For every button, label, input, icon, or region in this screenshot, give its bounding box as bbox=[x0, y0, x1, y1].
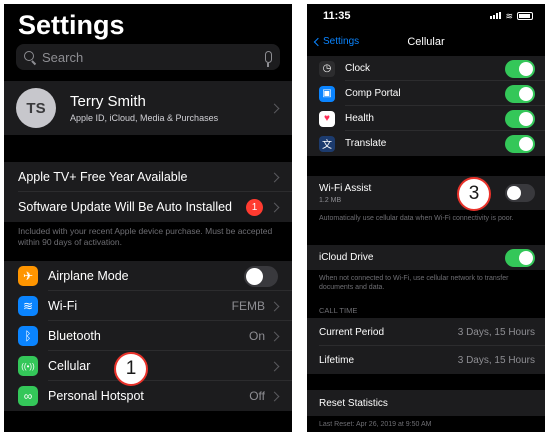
airplane-icon: ✈ bbox=[18, 266, 38, 286]
offer-label: Apple TV+ Free Year Available bbox=[18, 170, 188, 184]
translate-cellular-toggle[interactable] bbox=[505, 134, 535, 153]
wifi-assist-row: Wi-Fi Assist 1.2 MB bbox=[307, 176, 545, 210]
icloud-drive-note: When not connected to Wi-Fi, use cellula… bbox=[319, 275, 509, 291]
row-label: Wi-Fi bbox=[48, 299, 78, 313]
settings-screen: Settings Search TS Terry Smith Apple ID,… bbox=[4, 4, 292, 432]
call-time-header: CALL TIME bbox=[319, 306, 358, 315]
avatar: TS bbox=[16, 88, 56, 128]
status-bar: 11:35 ≋ bbox=[307, 4, 545, 26]
search-input[interactable]: Search bbox=[16, 44, 280, 70]
row-label: Bluetooth bbox=[48, 329, 101, 343]
signal-icon bbox=[490, 12, 501, 19]
row-value: FEMB bbox=[231, 299, 265, 313]
nav-bar: Settings Cellular bbox=[307, 32, 545, 54]
row-value: Off bbox=[249, 389, 265, 403]
row-label: Translate bbox=[345, 138, 387, 149]
reset-statistics-label: Reset Statistics bbox=[319, 397, 388, 409]
row-value: 3 Days, 15 Hours bbox=[457, 326, 535, 338]
settings-row-personal-hotspot[interactable]: ∞ Personal Hotspot Off bbox=[4, 381, 292, 411]
chevron-right-icon bbox=[269, 172, 280, 182]
row-label: Health bbox=[345, 113, 374, 124]
chevron-right-icon bbox=[269, 391, 280, 401]
last-reset-note: Last Reset: Apr 26, 2019 at 9:50 AM bbox=[319, 421, 432, 428]
status-time: 11:35 bbox=[323, 10, 351, 22]
chevron-right-icon bbox=[269, 331, 280, 341]
microphone-icon[interactable] bbox=[265, 51, 272, 67]
apple-id-profile[interactable]: TS Terry Smith Apple ID, iCloud, Media &… bbox=[4, 81, 292, 135]
offer-software-update[interactable]: Software Update Will Be Auto Installed 1 bbox=[4, 192, 292, 222]
search-icon bbox=[24, 51, 36, 63]
app-row-clock: ◷ Clock bbox=[307, 56, 545, 81]
chevron-right-icon bbox=[269, 202, 280, 212]
step-callout: 3 bbox=[457, 177, 491, 211]
search-placeholder: Search bbox=[42, 49, 84, 65]
row-value: On bbox=[248, 329, 265, 343]
clock-icon: ◷ bbox=[319, 60, 335, 77]
icloud-drive-row: iCloud Drive bbox=[307, 245, 545, 270]
wifi-assist-toggle[interactable] bbox=[505, 184, 535, 202]
comp-portal-cellular-toggle[interactable] bbox=[505, 84, 535, 103]
row-label: Cellular bbox=[48, 359, 91, 373]
call-time-current-row: Current Period 3 Days, 15 Hours bbox=[307, 318, 545, 346]
health-icon: ♥ bbox=[319, 110, 335, 127]
clock-cellular-toggle[interactable] bbox=[505, 59, 535, 78]
reset-group: Reset Statistics bbox=[307, 390, 545, 416]
row-value: 3 Days, 15 Hours bbox=[457, 354, 535, 366]
comp-portal-icon: ▣ bbox=[319, 85, 335, 102]
offers-group: Apple TV+ Free Year Available Software U… bbox=[4, 162, 292, 222]
app-row-comp-portal: ▣ Comp Portal bbox=[307, 81, 545, 106]
profile-name: Terry Smith bbox=[70, 93, 146, 110]
cellular-screen: 11:35 ≋ Settings Cellular ◷ Clock ▣ Comp… bbox=[307, 4, 545, 432]
row-label: Clock bbox=[345, 63, 371, 74]
cellular-icon: ((•)) bbox=[18, 356, 38, 376]
reset-statistics-button[interactable]: Reset Statistics bbox=[307, 390, 545, 416]
wifi-status-icon: ≋ bbox=[505, 11, 513, 21]
offer-apple-tv[interactable]: Apple TV+ Free Year Available bbox=[4, 162, 292, 192]
call-time-lifetime-row: Lifetime 3 Days, 15 Hours bbox=[307, 346, 545, 374]
airplane-mode-toggle[interactable] bbox=[244, 265, 278, 287]
health-cellular-toggle[interactable] bbox=[505, 109, 535, 128]
row-label: Personal Hotspot bbox=[48, 389, 144, 403]
row-label: Airplane Mode bbox=[48, 269, 129, 283]
settings-row-wifi[interactable]: ≋ Wi-Fi FEMB bbox=[4, 291, 292, 321]
chevron-right-icon bbox=[269, 301, 280, 311]
icloud-drive-toggle[interactable] bbox=[505, 248, 535, 267]
page-title: Settings bbox=[18, 10, 125, 40]
row-label: Comp Portal bbox=[345, 88, 401, 99]
row-label: Current Period bbox=[319, 326, 385, 338]
chevron-right-icon bbox=[269, 103, 280, 113]
settings-row-cellular[interactable]: ((•)) Cellular bbox=[4, 351, 292, 381]
chevron-right-icon bbox=[269, 361, 280, 371]
settings-row-bluetooth[interactable]: ᛒ Bluetooth On bbox=[4, 321, 292, 351]
battery-icon bbox=[517, 12, 533, 20]
settings-row-airplane-mode[interactable]: ✈ Airplane Mode bbox=[4, 261, 292, 291]
call-time-group: Current Period 3 Days, 15 Hours Lifetime… bbox=[307, 318, 545, 374]
app-row-health: ♥ Health bbox=[307, 106, 545, 131]
offer-label: Software Update Will Be Auto Installed bbox=[18, 200, 233, 214]
offer-note: Included with your recent Apple device p… bbox=[18, 226, 273, 247]
translate-icon: 文 bbox=[319, 135, 335, 152]
connectivity-group: ✈ Airplane Mode ≋ Wi-Fi FEMB ᛒ Bluetooth… bbox=[4, 261, 292, 411]
wifi-icon: ≋ bbox=[18, 296, 38, 316]
icloud-drive-group: iCloud Drive bbox=[307, 245, 545, 270]
app-cellular-list: ◷ Clock ▣ Comp Portal ♥ Health 文 Transla… bbox=[307, 56, 545, 156]
wifi-assist-note: Automatically use cellular data when Wi-… bbox=[319, 215, 514, 222]
notification-badge: 1 bbox=[246, 198, 263, 216]
row-label: Lifetime bbox=[319, 354, 355, 366]
profile-subtitle: Apple ID, iCloud, Media & Purchases bbox=[70, 113, 219, 123]
bluetooth-icon: ᛒ bbox=[18, 326, 38, 346]
nav-title: Cellular bbox=[407, 36, 445, 48]
wifi-assist-group: Wi-Fi Assist 1.2 MB bbox=[307, 176, 545, 210]
app-row-translate: 文 Translate bbox=[307, 131, 545, 156]
icloud-drive-label: iCloud Drive bbox=[319, 252, 374, 263]
step-callout: 1 bbox=[114, 352, 148, 386]
hotspot-icon: ∞ bbox=[18, 386, 38, 406]
